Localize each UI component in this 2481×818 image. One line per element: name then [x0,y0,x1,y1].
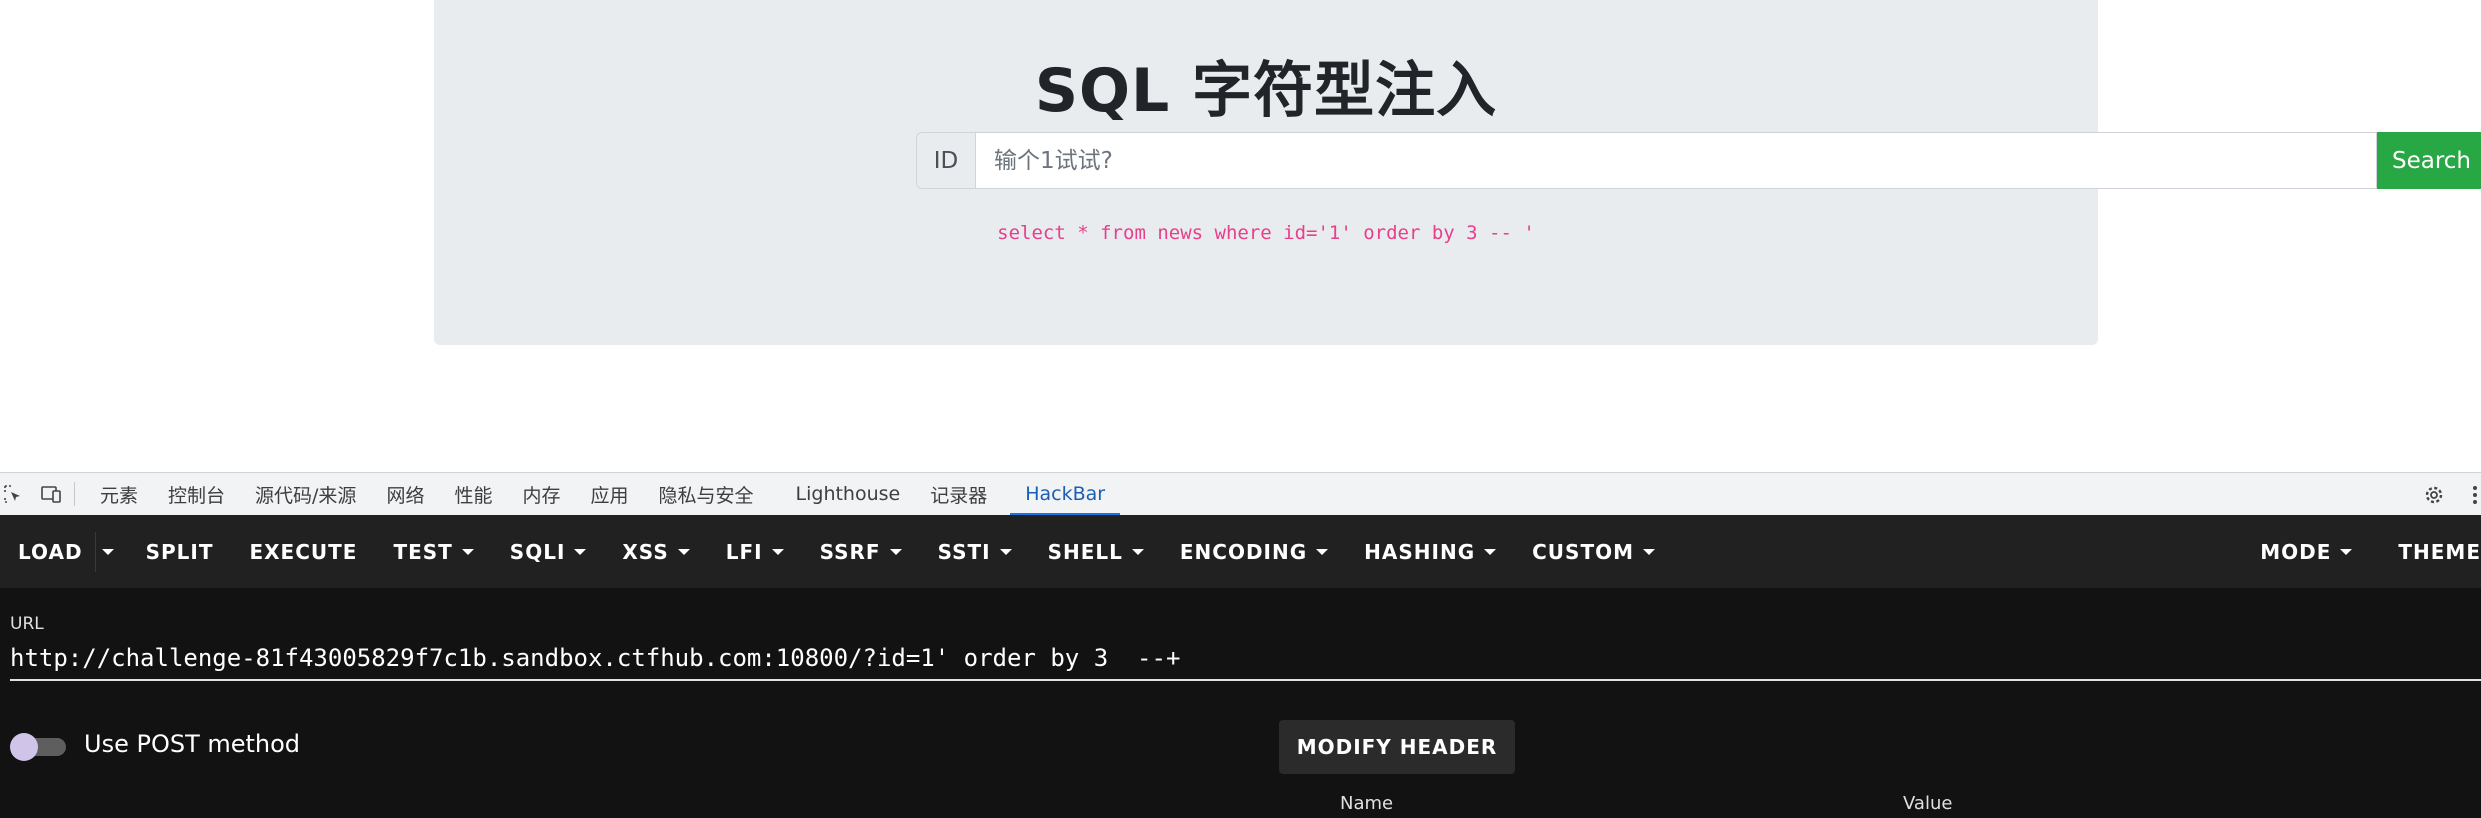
tab-lighthouse[interactable]: Lighthouse [781,473,916,516]
caret-down-icon [1316,548,1329,555]
caret-down-icon [2340,548,2353,555]
hackbar-menu-bar: LOAD SPLIT EXECUTE TEST SQLI XSS LFI SSR… [0,515,2481,588]
xss-menu-label: XSS [622,539,669,564]
mode-menu-label: MODE [2260,539,2332,564]
tab-sources[interactable]: 源代码/来源 [240,473,371,516]
load-button[interactable]: LOAD [0,515,95,588]
sql-query-text: select * from news where id='1' order by… [997,222,1535,244]
header-value-column: Value [1903,793,1953,814]
more-vertical-icon[interactable] [2469,484,2481,506]
ssrf-menu-label: SSRF [819,539,881,564]
lfi-menu[interactable]: LFI [708,515,802,588]
ssti-menu[interactable]: SSTI [920,515,1030,588]
custom-menu[interactable]: CUSTOM [1514,515,1673,588]
tab-elements[interactable]: 元素 [85,473,153,516]
caret-down-icon [574,548,587,555]
tab-network[interactable]: 网络 [371,473,439,516]
sqli-menu[interactable]: SQLI [492,515,605,588]
load-dropdown-caret-icon [101,548,114,555]
ssrf-menu[interactable]: SSRF [802,515,920,588]
caret-down-icon [771,548,784,555]
web-page: SQL 字符型注入 ID Search select * from news w… [0,0,2481,472]
mode-menu[interactable]: MODE [2242,515,2380,588]
hashing-menu[interactable]: HASHING [1346,515,1514,588]
theme-menu[interactable]: THEME [2380,515,2481,588]
caret-down-icon [999,548,1012,555]
tab-memory[interactable]: 内存 [507,473,575,516]
inspect-element-icon[interactable] [0,483,26,505]
tab-application[interactable]: 应用 [575,473,643,516]
post-method-label: Use POST method [84,730,301,758]
test-menu-label: TEST [393,539,453,564]
url-label: URL [10,614,44,634]
header-name-column: Name [1340,793,1394,814]
id-addon-label: ID [916,132,976,189]
page-title: SQL 字符型注入 [1034,56,1498,126]
caret-down-icon [677,548,690,555]
custom-menu-label: CUSTOM [1532,539,1634,564]
search-button[interactable]: Search [2377,132,2481,189]
tab-recorder[interactable]: 记录器 [915,473,1002,516]
devtools-right-controls [2421,473,2481,516]
id-input[interactable] [976,132,2377,189]
load-dropdown-button[interactable] [94,531,128,572]
shell-menu[interactable]: SHELL [1030,515,1162,588]
settings-gear-icon[interactable] [2421,484,2447,506]
url-input-underline [10,679,2481,681]
execute-button[interactable]: EXECUTE [231,515,375,588]
sqli-menu-label: SQLI [509,539,566,564]
devtools-tab-bar: 元素 控制台 源代码/来源 网络 性能 内存 应用 隐私与安全 Lighthou… [0,472,2481,516]
encoding-menu[interactable]: ENCODING [1162,515,1346,588]
modify-header-button[interactable]: MODIFY HEADER [1279,720,1515,774]
tab-console[interactable]: 控制台 [153,473,240,516]
search-group: ID Search [916,132,2481,189]
caret-down-icon [1131,548,1144,555]
caret-down-icon [1643,548,1655,555]
ssti-menu-label: SSTI [937,539,991,564]
post-method-toggle[interactable] [10,731,66,761]
test-menu[interactable]: TEST [375,515,491,588]
tab-hackbar[interactable]: HackBar [1010,473,1121,516]
toggle-knob [10,733,38,761]
encoding-menu-label: ENCODING [1179,539,1308,564]
hashing-menu-label: HASHING [1364,539,1476,564]
split-button[interactable]: SPLIT [128,515,232,588]
jumbotron: SQL 字符型注入 ID Search select * from news w… [434,0,2481,345]
device-toolbar-icon[interactable] [38,483,64,505]
lfi-menu-label: LFI [725,539,763,564]
url-input[interactable]: http://challenge-81f43005829f7c1b.sandbo… [10,644,1180,672]
hackbar-body: URL http://challenge-81f43005829f7c1b.sa… [0,588,2481,818]
shell-menu-label: SHELL [1047,539,1123,564]
hackbar-right-menu: MODE THEME [2242,515,2481,588]
tab-performance[interactable]: 性能 [439,473,507,516]
caret-down-icon [889,548,902,555]
caret-down-icon [461,548,474,555]
xss-menu[interactable]: XSS [604,515,707,588]
tab-privacy-security[interactable]: 隐私与安全 [644,473,769,516]
caret-down-icon [1484,548,1497,555]
toolbar-divider [74,482,75,506]
